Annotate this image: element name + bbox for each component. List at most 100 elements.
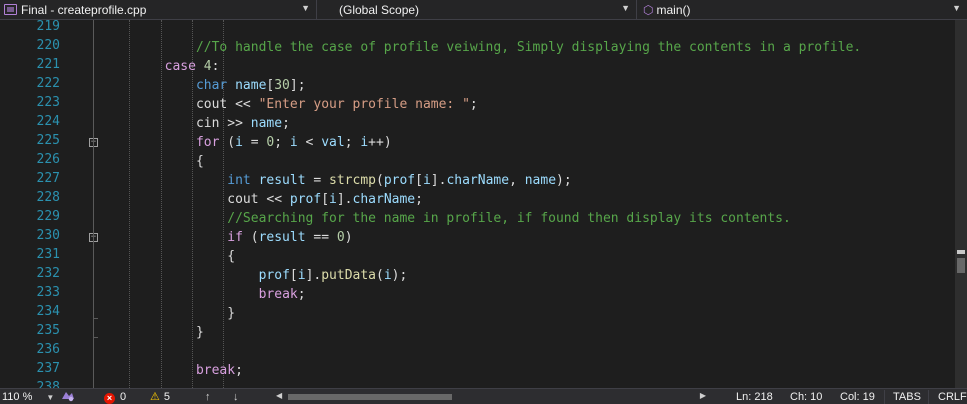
line-number: 220 [36, 38, 60, 53]
code-token: result [258, 230, 306, 245]
code-token: name [235, 78, 267, 93]
horizontal-scrollbar-thumb[interactable] [288, 394, 452, 400]
line-number: 233 [36, 285, 60, 300]
code-token: { [195, 154, 204, 169]
code-token: name [524, 173, 557, 188]
line-number: 221 [36, 57, 60, 72]
line-number: 231 [36, 247, 60, 262]
code-token: cout << [227, 192, 290, 207]
code-line[interactable]: int result = strcmp(prof[i].charName, na… [227, 171, 571, 190]
vertical-scrollbar[interactable] [955, 20, 967, 388]
code-token: { [227, 249, 236, 264]
horizontal-scrollbar[interactable]: ◀ ▶ [276, 391, 706, 402]
code-line[interactable]: } [227, 304, 235, 323]
live-share-icon[interactable] [60, 390, 76, 404]
warning-icon: ⚠ [150, 391, 160, 403]
line-indicator[interactable]: Ln: 218 [736, 390, 773, 404]
code-editor[interactable]: 219 220 221 222 223 224 225 226 227 228 229 230 231 2… [0, 20, 955, 388]
error-count[interactable]: × 0 [104, 390, 126, 404]
code-line[interactable]: cout << prof[i].charName; [227, 190, 423, 209]
line-number: 237 [36, 361, 60, 376]
code-line[interactable]: cin >> name; [196, 114, 290, 133]
code-token: strcmp [329, 173, 376, 188]
chevron-down-icon: ▼ [46, 393, 55, 402]
line-number: 224 [36, 114, 60, 129]
line-number: 225 [36, 133, 60, 148]
line-number: 226 [36, 152, 60, 167]
previous-issue-arrow-icon[interactable]: ↑ [205, 390, 211, 404]
code-line[interactable]: break; [259, 285, 306, 304]
warning-count[interactable]: ⚠ 5 [150, 390, 170, 404]
scrollbar-caret-marker [957, 250, 965, 254]
code-token: ( [376, 173, 384, 188]
function-cube-icon: ⬡ [643, 2, 654, 17]
code-token: charName [352, 192, 416, 207]
line-number: 234 [36, 304, 60, 319]
code-token: //To handle the case of profile veiwing,… [195, 40, 862, 55]
code-line[interactable]: //Searching for the name in profile, if … [227, 209, 791, 228]
code-token: i [383, 268, 392, 283]
project-label: Final - createprofile.cpp [21, 2, 147, 17]
editor-status-bar: 110 % ▼ × 0 ⚠ 5 ↑ ↓ ◀ ▶ Ln: 218 Ch: 10 Col:… [0, 388, 967, 404]
code-token: name [250, 116, 283, 131]
column-indicator[interactable]: Col: 19 [840, 390, 875, 404]
code-token: } [195, 325, 204, 340]
code-token: ); [391, 268, 408, 283]
code-line[interactable]: prof[i].putData(i); [259, 266, 408, 285]
project-dropdown[interactable]: Final - createprofile.cpp ▼ [0, 0, 317, 19]
code-line[interactable]: break; [196, 361, 243, 380]
code-line[interactable]: for (i = 0; i < val; i++) [196, 133, 392, 152]
code-line[interactable]: cout << "Enter your profile name: "; [196, 95, 478, 114]
code-line[interactable]: case 4: [165, 57, 220, 76]
code-token: , [509, 173, 525, 188]
code-token: ( [376, 268, 384, 283]
line-number: 228 [36, 190, 60, 205]
code-token: i [329, 192, 337, 207]
status-separator [928, 390, 929, 404]
scroll-left-icon[interactable]: ◀ [276, 391, 282, 400]
code-token: val [321, 135, 345, 150]
code-line[interactable]: if (result == 0) [227, 228, 352, 247]
outline-end-tick [93, 337, 98, 338]
code-token: char [195, 78, 228, 93]
code-token: prof [383, 173, 416, 188]
next-issue-arrow-icon[interactable]: ↓ [233, 390, 239, 404]
code-token: ; [415, 192, 423, 207]
code-token: 30 [274, 78, 290, 93]
code-token: i [235, 135, 243, 150]
code-token: putData [321, 268, 377, 283]
code-token: [ [321, 192, 330, 207]
code-line[interactable]: } [196, 323, 204, 342]
scope-label: (Global Scope) [339, 2, 420, 17]
scrollbar-thumb[interactable] [957, 258, 965, 273]
code-token: i [422, 173, 431, 188]
code-line[interactable]: { [227, 247, 235, 266]
line-ending[interactable]: CRLF [938, 390, 967, 404]
code-line[interactable]: //To handle the case of profile veiwing,… [196, 38, 861, 57]
code-token: ; [297, 287, 306, 302]
code-line[interactable]: { [196, 152, 204, 171]
line-number: 235 [36, 323, 60, 338]
code-token: case [164, 59, 196, 74]
code-line[interactable]: char name[30]; [196, 76, 306, 95]
code-token: ]. [430, 173, 447, 188]
code-token: ; [469, 97, 478, 112]
indent-guide [129, 20, 131, 388]
scroll-right-icon[interactable]: ▶ [700, 391, 706, 400]
code-token: ( [219, 135, 236, 150]
code-token: ; [235, 363, 243, 378]
error-icon: × [104, 393, 115, 404]
code-token: i [360, 135, 369, 150]
function-dropdown[interactable]: ⬡ main() ▼ [637, 0, 967, 19]
char-indicator[interactable]: Ch: 10 [790, 390, 822, 404]
zoom-level: 110 % [2, 391, 33, 403]
indentation-mode[interactable]: TABS [893, 390, 921, 404]
code-token: cin >> [195, 116, 251, 131]
chevron-down-icon: ▼ [952, 3, 961, 13]
scope-dropdown[interactable]: (Global Scope) ▼ [317, 0, 637, 19]
line-number: 229 [36, 209, 60, 224]
chevron-down-icon: ▼ [621, 3, 630, 13]
code-token: } [227, 306, 236, 321]
zoom-dropdown[interactable]: 110 % ▼ [2, 390, 54, 404]
code-token: i [297, 268, 306, 283]
